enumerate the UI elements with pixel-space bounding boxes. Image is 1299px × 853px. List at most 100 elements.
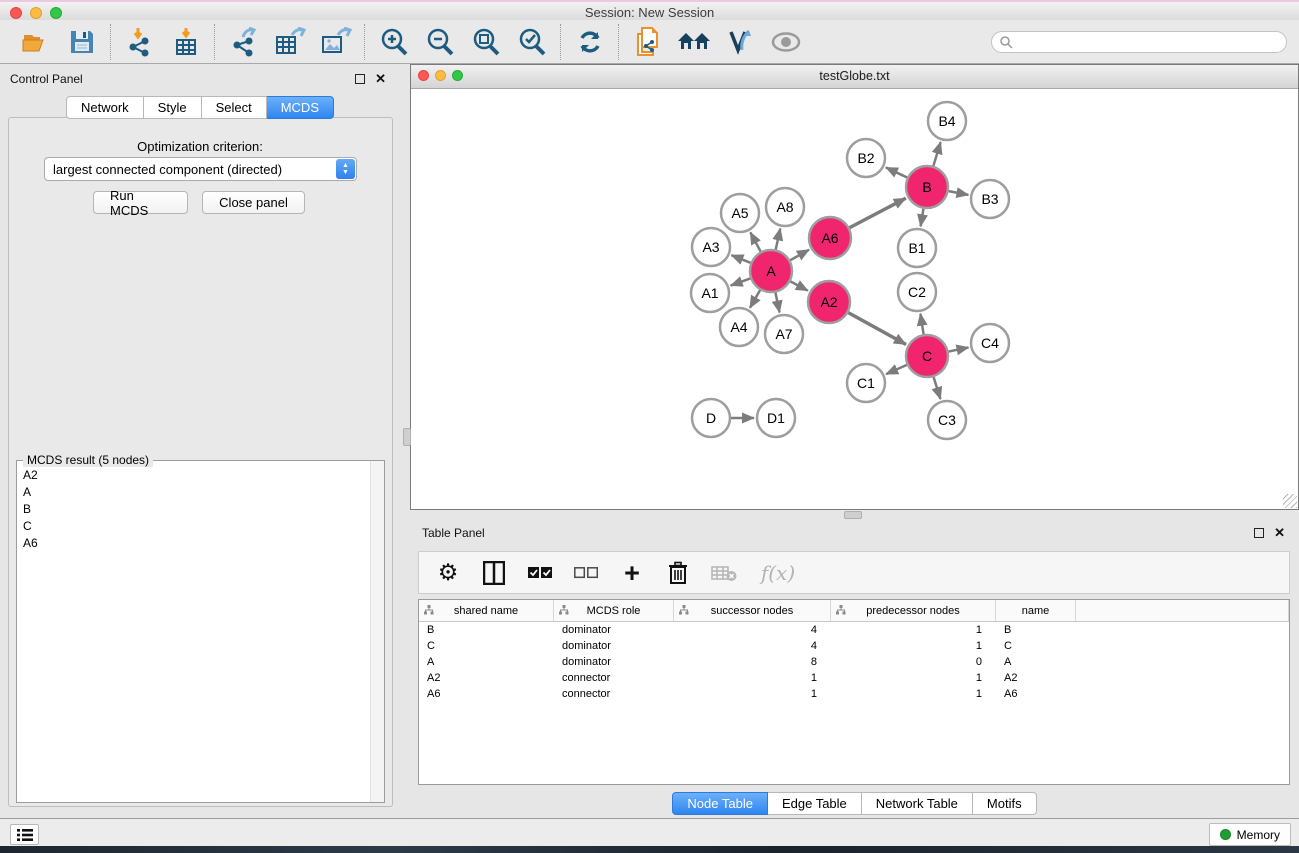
graph-edge-B-B2[interactable] (886, 167, 907, 177)
network-window-titlebar[interactable]: testGlobe.txt (411, 65, 1298, 89)
open-session-icon[interactable] (18, 25, 54, 59)
graph-node-B2[interactable]: B2 (847, 139, 885, 177)
graph-node-D[interactable]: D (692, 399, 730, 437)
tab-network[interactable]: Network (66, 96, 144, 119)
eye-icon[interactable] (768, 25, 804, 59)
graph-edge-A-A6[interactable] (790, 250, 809, 261)
graph-node-A1[interactable]: A1 (691, 274, 729, 312)
task-history-button[interactable] (10, 824, 39, 845)
graph-node-D1[interactable]: D1 (757, 399, 795, 437)
close-table-panel-icon[interactable]: ✕ (1274, 528, 1285, 538)
graph-node-A4[interactable]: A4 (720, 308, 758, 346)
table-row[interactable]: Bdominator41B (419, 622, 1289, 638)
graph-edge-C-C1[interactable] (886, 365, 907, 374)
graph-node-B[interactable]: B (906, 166, 948, 208)
export-network-icon[interactable] (226, 25, 262, 59)
column-header-shared-name[interactable]: shared name (419, 600, 554, 621)
graph-node-C1[interactable]: C1 (847, 364, 885, 402)
result-scrollbar[interactable] (370, 461, 384, 802)
graph-edge-A-A3[interactable] (731, 255, 750, 263)
graph-edge-A-A7[interactable] (775, 293, 779, 313)
column-header-successor-nodes[interactable]: successor nodes (674, 600, 831, 621)
graph-edge-A2-C[interactable] (848, 313, 906, 345)
mcds-result-list[interactable]: A2ABCA6 (17, 467, 371, 802)
resize-grip-icon[interactable] (1283, 494, 1297, 508)
close-panel-icon[interactable]: ✕ (375, 74, 386, 84)
select-all-icon[interactable] (527, 560, 553, 586)
delete-table-icon[interactable] (711, 560, 737, 586)
graph-edge-B-B4[interactable] (933, 142, 940, 166)
add-column-icon[interactable]: + (619, 560, 645, 586)
graphics-details-icon[interactable] (722, 25, 758, 59)
graph-edge-A-A2[interactable] (790, 281, 807, 290)
function-builder-icon[interactable]: f(x) (757, 560, 799, 586)
optimization-dropdown[interactable]: largest connected component (directed) ▲… (44, 157, 357, 181)
graph-edge-A-A1[interactable] (731, 278, 751, 285)
tab-select[interactable]: Select (202, 96, 267, 119)
column-header-name[interactable]: name (996, 600, 1076, 621)
tab-network-table[interactable]: Network Table (862, 792, 973, 815)
result-item[interactable]: A6 (17, 535, 371, 552)
graph-node-C2[interactable]: C2 (898, 273, 936, 311)
export-image-icon[interactable] (318, 25, 354, 59)
run-mcds-button[interactable]: Run MCDS (93, 191, 188, 214)
table-row[interactable]: Cdominator41C (419, 638, 1289, 654)
graph-node-B3[interactable]: B3 (971, 180, 1009, 218)
import-table-icon[interactable] (168, 25, 204, 59)
refresh-icon[interactable] (572, 25, 608, 59)
horizontal-splitter-handle[interactable] (844, 511, 862, 519)
zoom-fit-icon[interactable] (468, 25, 504, 59)
new-network-from-selection-icon[interactable] (630, 25, 666, 59)
graph-edge-A-A5[interactable] (750, 232, 760, 251)
float-panel-icon[interactable] (355, 74, 365, 84)
table-row[interactable]: A2connector11A2 (419, 670, 1289, 686)
zoom-in-icon[interactable] (376, 25, 412, 59)
tab-node-table[interactable]: Node Table (672, 792, 768, 815)
result-item[interactable]: B (17, 501, 371, 518)
import-network-icon[interactable] (122, 25, 158, 59)
table-row[interactable]: A6connector11A6 (419, 686, 1289, 702)
graph-edge-C-C2[interactable] (920, 314, 923, 335)
close-panel-button[interactable]: Close panel (202, 191, 305, 214)
tab-edge-table[interactable]: Edge Table (768, 792, 862, 815)
graph-edge-C-C3[interactable] (934, 377, 941, 399)
vertical-splitter-handle[interactable] (403, 428, 411, 446)
tab-mcds[interactable]: MCDS (267, 96, 334, 119)
result-item[interactable]: A (17, 484, 371, 501)
graph-node-A7[interactable]: A7 (765, 315, 803, 353)
graph-edge-A6-B[interactable] (849, 198, 905, 228)
table-settings-icon[interactable]: ⚙ (435, 560, 461, 586)
graph-node-A5[interactable]: A5 (721, 194, 759, 232)
search-input[interactable] (991, 31, 1287, 53)
delete-column-icon[interactable] (665, 560, 691, 586)
zoom-selected-icon[interactable] (514, 25, 550, 59)
column-header-predecessor-nodes[interactable]: predecessor nodes (831, 600, 996, 621)
save-session-icon[interactable] (64, 25, 100, 59)
float-table-panel-icon[interactable] (1254, 528, 1264, 538)
graph-node-A[interactable]: A (750, 250, 792, 292)
table-row[interactable]: Adominator80A (419, 654, 1289, 670)
graph-node-A3[interactable]: A3 (692, 228, 730, 266)
graph-edge-A-A8[interactable] (776, 228, 781, 249)
graph-node-B1[interactable]: B1 (898, 229, 936, 267)
graph-edge-A-A4[interactable] (750, 290, 760, 308)
graph-node-A2[interactable]: A2 (808, 281, 850, 323)
graph-edge-B-B3[interactable] (949, 191, 969, 195)
deselect-all-icon[interactable] (573, 560, 599, 586)
export-table-icon[interactable] (272, 25, 308, 59)
graph-edge-B-B1[interactable] (921, 209, 924, 227)
column-panel-icon[interactable] (481, 560, 507, 586)
memory-button[interactable]: Memory (1209, 823, 1291, 846)
graph-node-B4[interactable]: B4 (928, 102, 966, 140)
graph-node-C[interactable]: C (906, 335, 948, 377)
home-first-neighbors-icon[interactable] (676, 25, 712, 59)
graph-edge-C-C4[interactable] (949, 347, 969, 351)
zoom-out-icon[interactable] (422, 25, 458, 59)
result-item[interactable]: A2 (17, 467, 371, 484)
graph-node-A8[interactable]: A8 (766, 188, 804, 226)
tab-style[interactable]: Style (144, 96, 202, 119)
tab-motifs[interactable]: Motifs (973, 792, 1037, 815)
column-header-MCDS-role[interactable]: MCDS role (554, 600, 674, 621)
graph-node-C3[interactable]: C3 (928, 401, 966, 439)
result-item[interactable]: C (17, 518, 371, 535)
